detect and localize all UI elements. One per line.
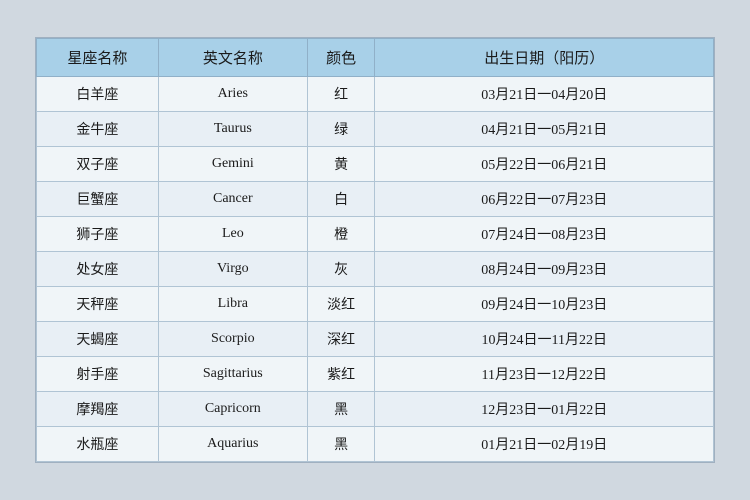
cell-date: 07月24日一08月23日 [375,217,714,252]
cell-color: 淡红 [307,287,375,322]
cell-date: 06月22日一07月23日 [375,182,714,217]
cell-en: Aries [158,77,307,112]
cell-color: 深红 [307,322,375,357]
cell-cn: 摩羯座 [37,392,159,427]
cell-date: 11月23日一12月22日 [375,357,714,392]
table-row: 白羊座Aries红03月21日一04月20日 [37,77,714,112]
cell-cn: 狮子座 [37,217,159,252]
cell-cn: 水瓶座 [37,427,159,462]
cell-color: 橙 [307,217,375,252]
cell-date: 01月21日一02月19日 [375,427,714,462]
table-row: 天蝎座Scorpio深红10月24日一11月22日 [37,322,714,357]
header-date: 出生日期（阳历） [375,39,714,77]
cell-date: 12月23日一01月22日 [375,392,714,427]
cell-date: 05月22日一06月21日 [375,147,714,182]
cell-cn: 双子座 [37,147,159,182]
cell-en: Capricorn [158,392,307,427]
cell-en: Taurus [158,112,307,147]
cell-cn: 巨蟹座 [37,182,159,217]
cell-date: 08月24日一09月23日 [375,252,714,287]
table-row: 天秤座Libra淡红09月24日一10月23日 [37,287,714,322]
table-row: 处女座Virgo灰08月24日一09月23日 [37,252,714,287]
cell-cn: 金牛座 [37,112,159,147]
cell-color: 白 [307,182,375,217]
cell-date: 10月24日一11月22日 [375,322,714,357]
table-row: 巨蟹座Cancer白06月22日一07月23日 [37,182,714,217]
cell-date: 03月21日一04月20日 [375,77,714,112]
table-row: 狮子座Leo橙07月24日一08月23日 [37,217,714,252]
cell-en: Scorpio [158,322,307,357]
cell-color: 紫红 [307,357,375,392]
cell-color: 黑 [307,427,375,462]
cell-en: Sagittarius [158,357,307,392]
header-en: 英文名称 [158,39,307,77]
table-row: 摩羯座Capricorn黑12月23日一01月22日 [37,392,714,427]
cell-en: Gemini [158,147,307,182]
cell-color: 黄 [307,147,375,182]
table-row: 金牛座Taurus绿04月21日一05月21日 [37,112,714,147]
cell-cn: 天秤座 [37,287,159,322]
table-row: 双子座Gemini黄05月22日一06月21日 [37,147,714,182]
cell-color: 灰 [307,252,375,287]
cell-en: Libra [158,287,307,322]
header-cn: 星座名称 [37,39,159,77]
cell-color: 红 [307,77,375,112]
cell-date: 09月24日一10月23日 [375,287,714,322]
cell-en: Leo [158,217,307,252]
cell-cn: 射手座 [37,357,159,392]
cell-cn: 天蝎座 [37,322,159,357]
cell-en: Cancer [158,182,307,217]
header-color: 颜色 [307,39,375,77]
cell-cn: 处女座 [37,252,159,287]
zodiac-table: 星座名称 英文名称 颜色 出生日期（阳历） 白羊座Aries红03月21日一04… [35,37,715,463]
table-header-row: 星座名称 英文名称 颜色 出生日期（阳历） [37,39,714,77]
cell-en: Virgo [158,252,307,287]
table-row: 水瓶座Aquarius黑01月21日一02月19日 [37,427,714,462]
cell-color: 黑 [307,392,375,427]
cell-cn: 白羊座 [37,77,159,112]
cell-en: Aquarius [158,427,307,462]
cell-color: 绿 [307,112,375,147]
cell-date: 04月21日一05月21日 [375,112,714,147]
table-row: 射手座Sagittarius紫红11月23日一12月22日 [37,357,714,392]
